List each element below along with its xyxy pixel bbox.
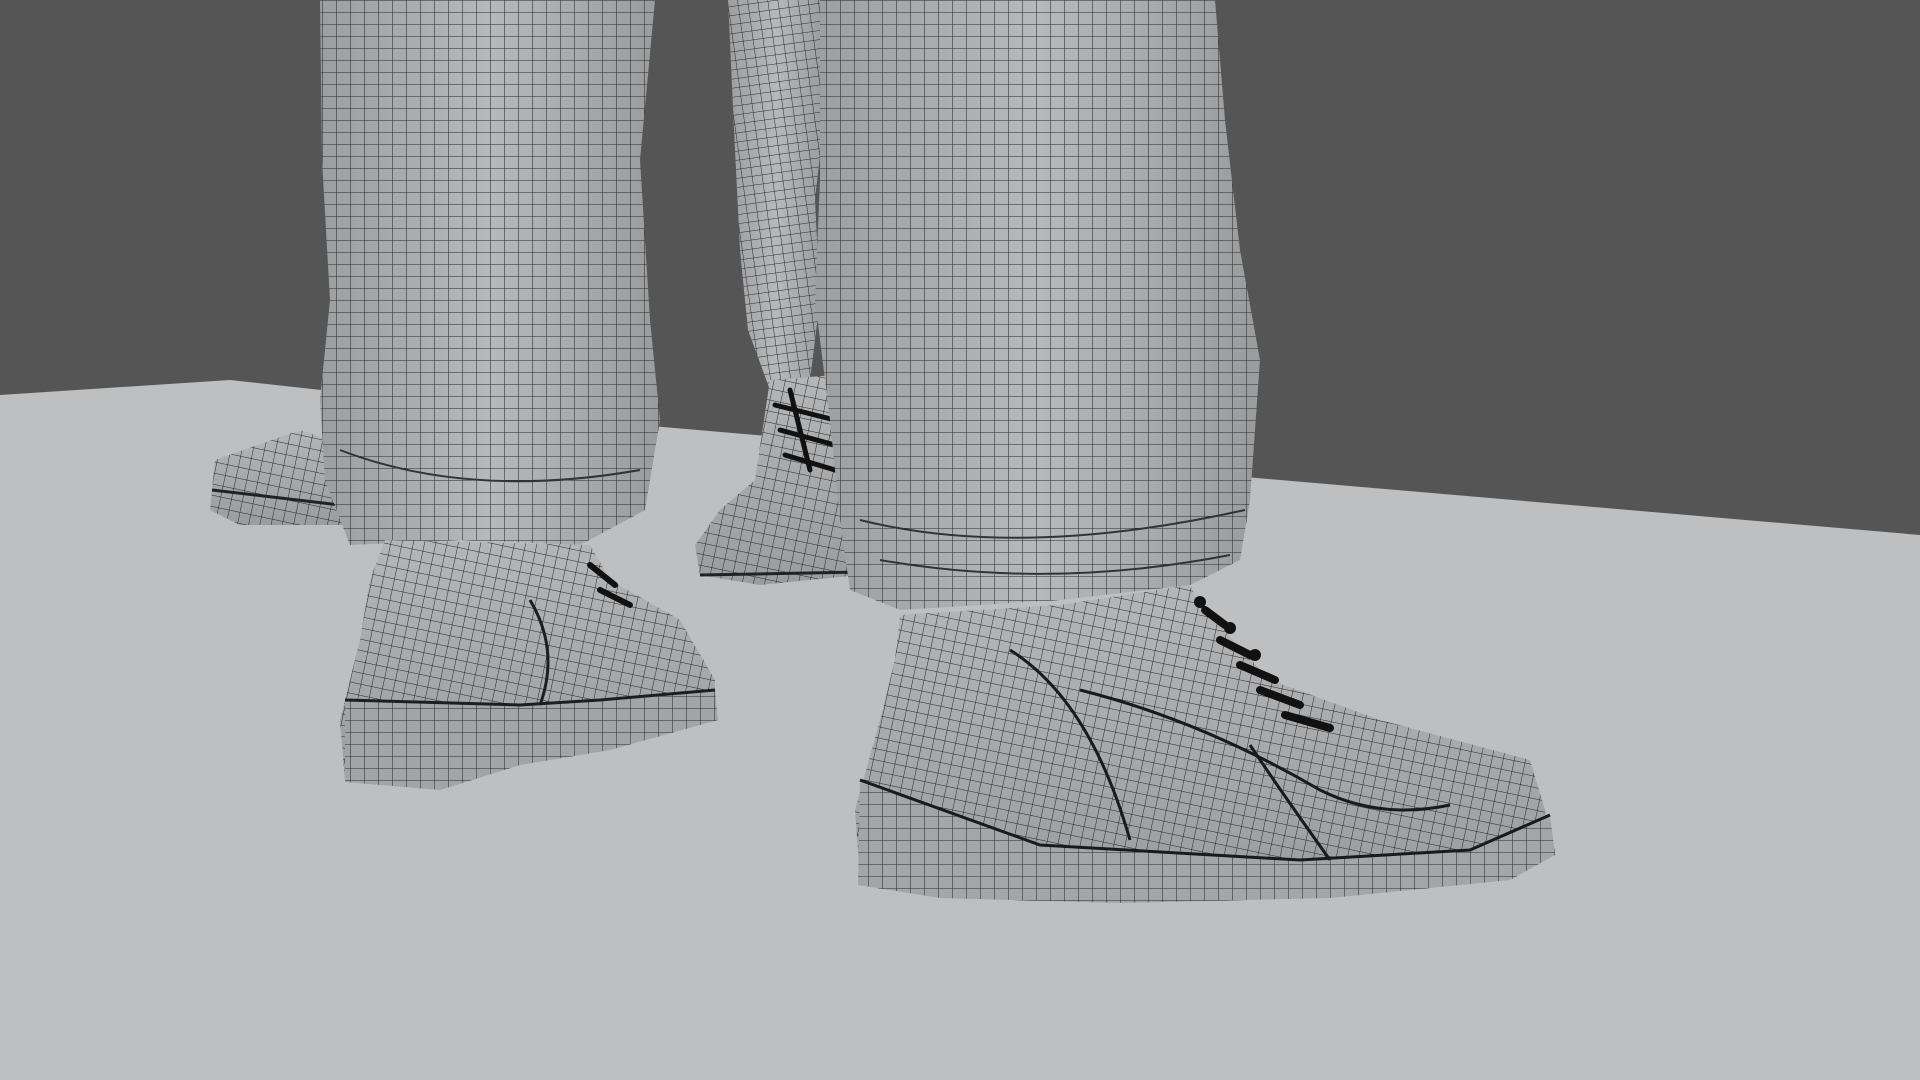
3d-viewport[interactable] [0,0,1920,1080]
scene-render [0,0,1920,1080]
